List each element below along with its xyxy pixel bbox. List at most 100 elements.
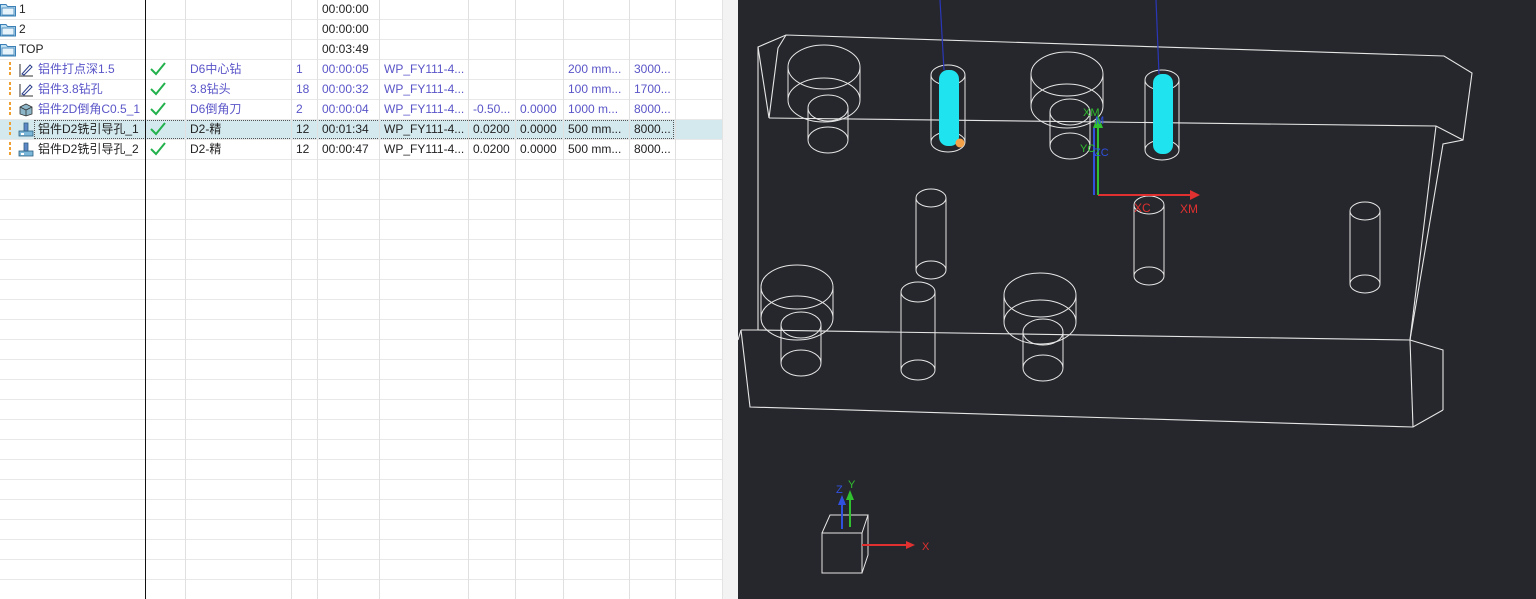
cell-time: 00:00:47 [322, 142, 369, 156]
cell-time: 00:00:04 [322, 102, 369, 116]
empty-row [0, 380, 722, 400]
empty-row [0, 360, 722, 380]
program-folder-icon [0, 2, 16, 17]
cell-tool: 3.8钻头 [190, 82, 231, 96]
empty-row [0, 200, 722, 220]
cell-geom: WP_FY111-4... [384, 82, 465, 96]
cell-c2 [520, 60, 562, 79]
block-wireframe [738, 34, 1473, 428]
mill-op-icon [18, 142, 34, 157]
column-divider [629, 0, 630, 599]
cell-c1: -0.50... [473, 102, 511, 116]
empty-row [0, 240, 722, 260]
cell-c2: 0.0000 [520, 122, 557, 136]
check-icon [150, 62, 166, 76]
empty-row [0, 460, 722, 480]
row-name: 2 [19, 22, 26, 36]
operation-row[interactable]: 铝件2D倒角C0.5_1 D6倒角刀 2 00:00:04 WP_FY111-4... -… [0, 100, 722, 120]
cell-time: 00:00:00 [322, 2, 369, 16]
cell-toolno: 1 [296, 62, 303, 76]
chamfer-op-icon [18, 102, 34, 117]
column-divider [185, 0, 186, 599]
column-divider [468, 0, 469, 599]
cell-feed: 200 mm... [568, 62, 622, 76]
tool-axis-lines [939, 0, 1160, 75]
row-name: 铝件3.8钻孔 [38, 82, 103, 96]
operation-row[interactable]: 铝件D2铣引导孔_2 D2-精 12 00:00:47 WP_FY111-4... 0.0… [0, 140, 722, 160]
graphics-viewport[interactable]: XM M YC ZC XC XM X Y Z [738, 0, 1536, 599]
empty-row [0, 580, 722, 599]
check-icon [150, 82, 166, 96]
cell-c1: 0.0200 [473, 142, 510, 156]
cell-toolno: 18 [296, 82, 310, 96]
triad-z-label: Z [836, 484, 843, 496]
row-name: 1 [19, 2, 26, 16]
xc-label: XC [1134, 201, 1151, 215]
cell-toolno: 2 [296, 102, 303, 116]
check-icon [150, 122, 166, 136]
cell-time: 00:00:32 [322, 82, 369, 96]
cell-geom: WP_FY111-4... [384, 142, 465, 156]
row-name: TOP [19, 42, 44, 56]
cell-tool: D2-精 [190, 142, 222, 156]
part-wireframe: XM M YC ZC XC XM X Y Z [738, 0, 1473, 574]
cell-c2: 0.0000 [520, 142, 557, 156]
row-name: 铝件打点深1.5 [38, 62, 115, 76]
column-divider [515, 0, 516, 599]
hole-features [760, 44, 1381, 382]
cell-time: 00:00:05 [322, 62, 369, 76]
cell-c1 [473, 80, 515, 99]
program-group-row[interactable]: 2 00:00:00 [0, 20, 722, 40]
cell-speed: 8000... [634, 102, 671, 116]
operation-row[interactable]: 铝件3.8钻孔 3.8钻头 18 00:00:32 WP_FY111-4... 100 m… [0, 80, 722, 100]
check-icon [150, 102, 166, 116]
vertical-scrollbar[interactable] [722, 0, 739, 599]
cell-feed: 100 mm... [568, 82, 622, 96]
triad-x-label: X [922, 541, 930, 553]
program-folder-icon [0, 22, 16, 37]
operation-navigator: 1 00:00:00 2 00:00:00 TOP 00:03:49 铝件打点深1.5 D6中… [0, 0, 722, 599]
cell-time: 00:03:49 [322, 42, 369, 56]
empty-row [0, 260, 722, 280]
operation-row[interactable]: 铝件D2铣引导孔_1 D2-精 12 00:01:34 WP_FY111-4... 0.0… [0, 120, 722, 140]
cell-toolno: 12 [296, 122, 310, 136]
operation-row[interactable]: 铝件打点深1.5 D6中心钻 1 00:00:05 WP_FY111-4... 200 m… [0, 60, 722, 80]
cell-geom: WP_FY111-4... [384, 122, 465, 136]
cell-toolno: 12 [296, 142, 310, 156]
cell-speed: 8000... [634, 122, 671, 136]
triad-y-label: Y [848, 479, 856, 491]
cell-geom: WP_FY111-4... [384, 62, 465, 76]
empty-row [0, 280, 722, 300]
empty-row [0, 560, 722, 580]
cell-time: 00:00:00 [322, 22, 369, 36]
xm-axis-label: XM [1180, 202, 1198, 216]
empty-row [0, 480, 722, 500]
cell-c2: 0.0000 [520, 102, 557, 116]
cell-c1: 0.0200 [473, 122, 510, 136]
column-divider [379, 0, 380, 599]
empty-row [0, 520, 722, 540]
status-marker [9, 62, 11, 77]
row-name: 铝件D2铣引导孔_2 [38, 142, 139, 156]
orientation-triad: X Y Z [821, 479, 930, 574]
program-folder-icon [0, 42, 16, 57]
empty-row [0, 180, 722, 200]
empty-row [0, 320, 722, 340]
cell-c2 [520, 80, 562, 99]
cell-tool: D6倒角刀 [190, 102, 242, 116]
empty-row [0, 160, 722, 180]
empty-row [0, 220, 722, 240]
column-divider [675, 0, 676, 599]
empty-row [0, 340, 722, 360]
column-divider [145, 0, 146, 599]
empty-row [0, 300, 722, 320]
empty-row [0, 500, 722, 520]
program-group-row[interactable]: TOP 00:03:49 [0, 40, 722, 60]
cyan-tool-cylinders [939, 70, 1173, 154]
status-marker [9, 142, 11, 157]
cell-speed: 3000... [634, 62, 671, 76]
mill-op-icon [18, 122, 34, 137]
check-icon [150, 142, 166, 156]
status-marker [9, 122, 11, 137]
program-group-row[interactable]: 1 00:00:00 [0, 0, 722, 20]
